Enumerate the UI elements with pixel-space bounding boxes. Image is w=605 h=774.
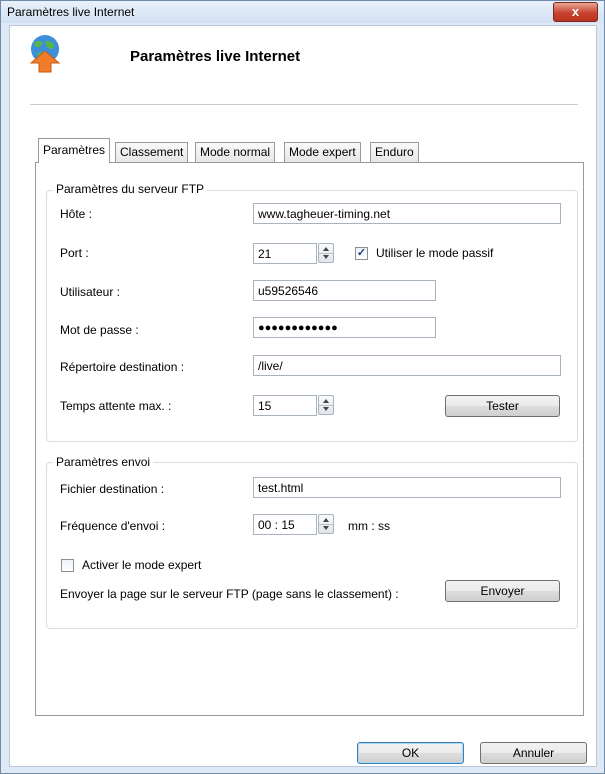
dest-dir-label: Répertoire destination : <box>60 360 185 374</box>
port-input[interactable]: 21 <box>253 243 317 264</box>
expert-mode-checkbox[interactable] <box>61 559 74 572</box>
send-group-label: Paramètres envoi <box>53 455 154 469</box>
tab-mode-expert[interactable]: Mode expert <box>284 142 361 162</box>
passive-mode-label: Utiliser le mode passif <box>376 246 494 260</box>
port-spinner[interactable] <box>318 243 334 263</box>
user-input[interactable]: u59526546 <box>253 280 436 301</box>
password-input[interactable]: ●●●●●●●●●●●● <box>253 317 436 338</box>
dest-dir-input[interactable]: /live/ <box>253 355 561 376</box>
expert-mode-label: Activer le mode expert <box>82 558 202 572</box>
ftp-group-label: Paramètres du serveur FTP <box>53 182 208 196</box>
header-title: Paramètres live Internet <box>130 48 301 65</box>
ok-button[interactable]: OK <box>357 742 464 764</box>
cancel-button[interactable]: Annuler <box>480 742 587 764</box>
test-button[interactable]: Tester <box>445 395 560 417</box>
dest-file-input[interactable]: test.html <box>253 477 561 498</box>
window-title: Paramètres live Internet <box>7 5 135 19</box>
passive-mode-checkbox[interactable]: ✓ <box>355 247 368 260</box>
timeout-spinner[interactable] <box>318 395 334 415</box>
send-button[interactable]: Envoyer <box>445 580 560 602</box>
close-icon: x <box>571 4 580 19</box>
tab-parametres[interactable]: Paramètres <box>38 138 111 163</box>
tab-enduro[interactable]: Enduro <box>370 142 419 162</box>
timeout-input[interactable]: 15 <box>253 395 317 416</box>
tab-classement[interactable]: Classement <box>115 142 189 162</box>
frequency-label: Fréquence d'envoi : <box>60 519 166 533</box>
tab-mode-normal[interactable]: Mode normal <box>195 142 276 162</box>
dest-file-label: Fichier destination : <box>60 482 165 496</box>
globe-upload-icon <box>29 35 61 73</box>
frequency-spinner[interactable] <box>318 514 334 534</box>
frequency-input[interactable]: 00 : 15 <box>253 514 317 535</box>
header-divider <box>30 104 578 105</box>
title-bar[interactable]: Paramètres live Internet x <box>1 1 604 23</box>
port-label: Port : <box>60 246 89 260</box>
timeout-label: Temps attente max. : <box>60 399 172 413</box>
password-label: Mot de passe : <box>60 323 139 337</box>
send-page-label: Envoyer la page sur le serveur FTP (page… <box>60 587 399 601</box>
host-label: Hôte : <box>60 207 93 221</box>
frequency-unit: mm : ss <box>348 519 390 533</box>
user-label: Utilisateur : <box>60 285 121 299</box>
close-button[interactable]: x <box>553 2 598 22</box>
host-input[interactable]: www.tagheuer-timing.net <box>253 203 561 224</box>
